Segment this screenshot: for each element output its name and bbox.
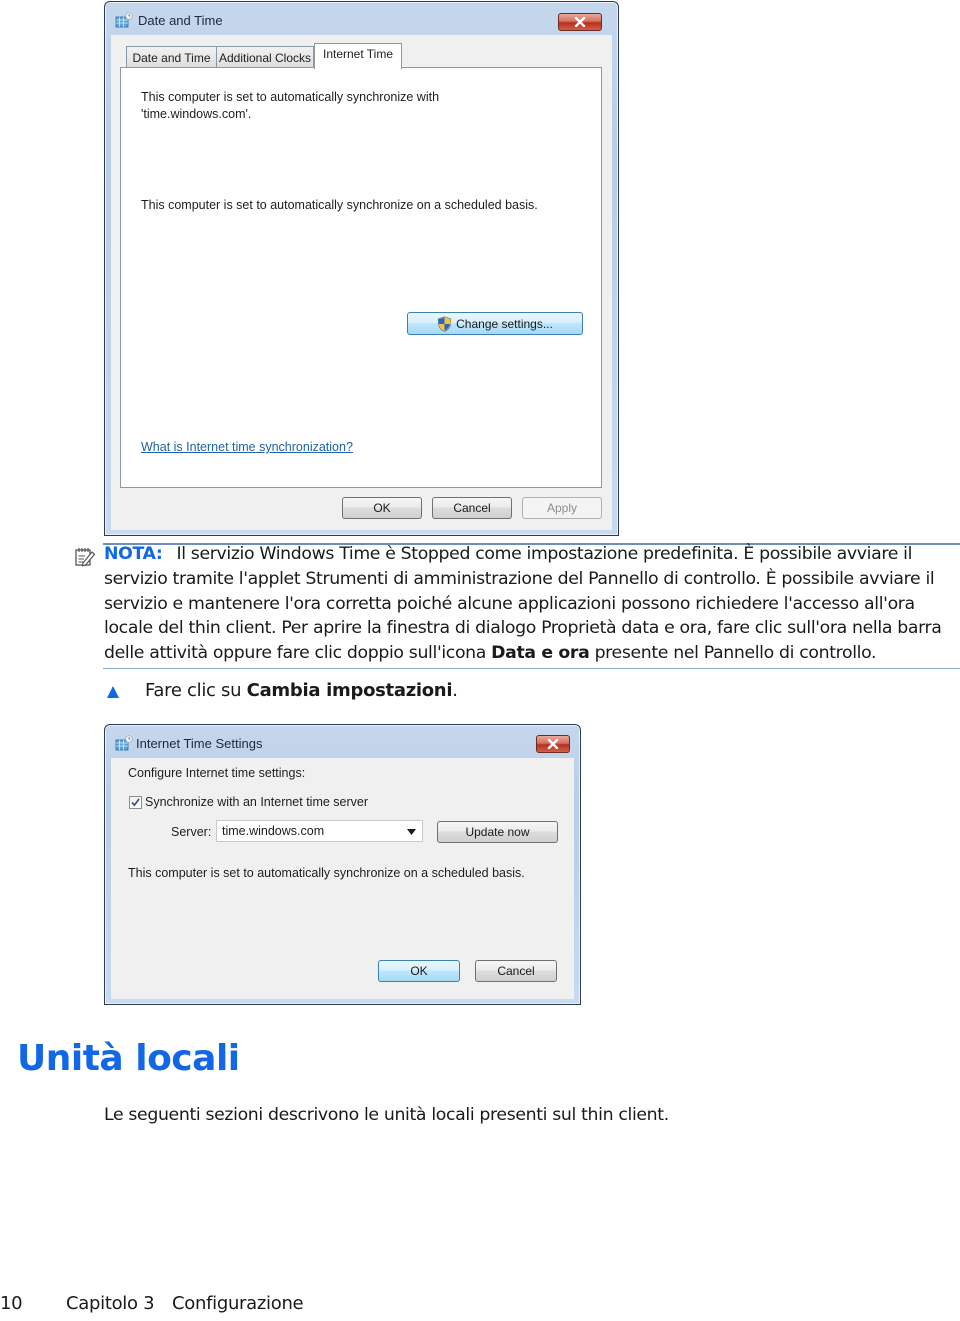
- cancel-button[interactable]: Cancel: [475, 960, 557, 982]
- help-link[interactable]: What is Internet time synchronization?: [141, 439, 353, 456]
- note-text-end: presente nel Pannello di controllo.: [589, 643, 877, 664]
- ok-button[interactable]: OK: [378, 960, 460, 982]
- schedule-text: This computer is set to automatically sy…: [128, 866, 525, 880]
- note-paragraph: NOTA: Il servizio Windows Time è Stopped …: [104, 542, 960, 666]
- close-button[interactable]: [536, 735, 570, 753]
- change-settings-label: Change settings...: [456, 316, 553, 331]
- apply-button: Apply: [522, 497, 602, 519]
- note-label: NOTA:: [104, 544, 163, 564]
- close-icon: [547, 739, 559, 749]
- dialog-client-area: Configure Internet time settings: Synchr…: [111, 758, 574, 999]
- server-value: time.windows.com: [222, 824, 325, 838]
- section-body: Le seguenti sezioni descrivono le unità …: [104, 1105, 669, 1125]
- close-icon: [574, 17, 586, 27]
- server-combobox[interactable]: time.windows.com: [216, 820, 423, 842]
- internet-time-panel: This computer is set to automatically sy…: [120, 67, 602, 488]
- tab-date-and-time[interactable]: Date and Time: [126, 46, 217, 68]
- title-bar[interactable]: Internet Time Settings: [105, 725, 580, 759]
- section-title: Unità locali: [17, 1038, 240, 1079]
- step-instruction: Fare clic su Cambia impostazioni.: [145, 680, 458, 701]
- uac-shield-icon: [437, 315, 452, 332]
- title-bar[interactable]: Date and Time: [105, 2, 618, 36]
- note-bottom-rule: [103, 668, 960, 669]
- internet-time-settings-dialog: Internet Time Settings Configure Interne…: [104, 724, 581, 1005]
- step-bold-term: Cambia impostazioni: [246, 680, 453, 701]
- tab-internet-time[interactable]: Internet Time: [314, 43, 402, 69]
- tab-additional-clocks[interactable]: Additional Clocks: [216, 46, 314, 68]
- date-time-dialog: Date and Time Date and Time Additional C…: [104, 1, 619, 536]
- chapter-label: Capitolo 3: [66, 1293, 155, 1314]
- ok-button[interactable]: OK: [342, 497, 422, 519]
- sync-status-line1: This computer is set to automatically sy…: [141, 90, 440, 104]
- dialog-title: Date and Time: [138, 13, 223, 28]
- dialog-client-area: Date and Time Additional Clocks Internet…: [111, 35, 612, 530]
- page-number: 10: [0, 1293, 23, 1314]
- checkmark-icon: [131, 798, 140, 807]
- change-settings-button[interactable]: Change settings...: [407, 312, 583, 335]
- chapter-title: Configurazione: [172, 1293, 304, 1314]
- close-button[interactable]: [558, 13, 602, 31]
- chevron-down-icon[interactable]: [407, 829, 416, 835]
- calendar-clock-icon: [115, 12, 133, 28]
- server-label: Server:: [171, 825, 212, 839]
- cancel-button[interactable]: Cancel: [432, 497, 512, 519]
- step-text: Fare clic su: [145, 680, 247, 701]
- note-bold-term: Data e ora: [491, 643, 590, 664]
- note-pencil-icon: [74, 546, 96, 568]
- triangle-bullet-icon: [107, 686, 119, 698]
- schedule-text: This computer is set to automatically sy…: [141, 198, 538, 212]
- sync-checkbox-label[interactable]: Synchronize with an Internet time server: [145, 794, 368, 811]
- sync-server-line: 'time.windows.com'.: [141, 107, 252, 121]
- step-suffix: .: [452, 680, 458, 701]
- update-now-button[interactable]: Update now: [437, 821, 558, 843]
- dialog-title: Internet Time Settings: [136, 736, 263, 751]
- configure-heading: Configure Internet time settings:: [128, 766, 306, 780]
- sync-checkbox[interactable]: [129, 796, 142, 809]
- calendar-clock-icon: [115, 735, 133, 751]
